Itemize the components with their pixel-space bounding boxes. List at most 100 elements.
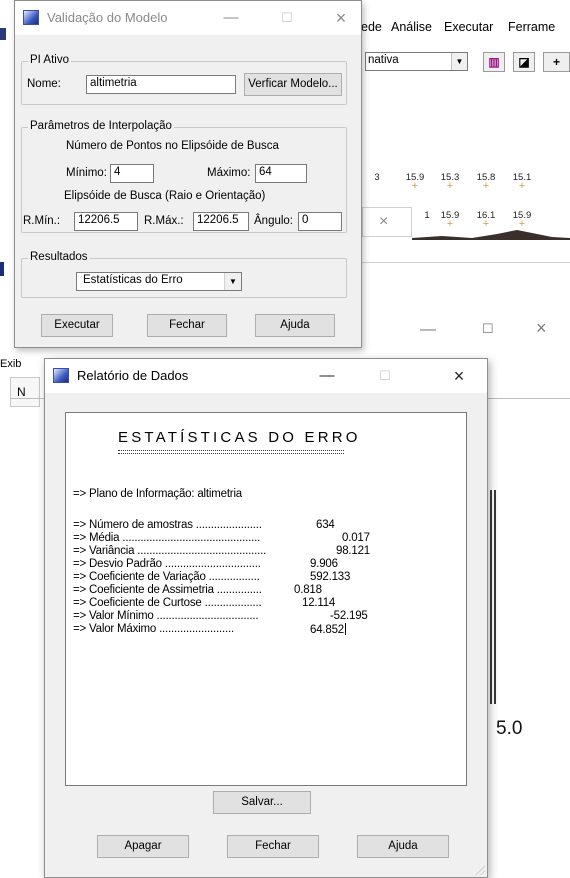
dialog-title: Validação do Modelo (47, 10, 168, 25)
stat-value: -52.195 (330, 610, 368, 622)
graph-value-label: 5.0 (496, 718, 523, 739)
dialog-titlebar[interactable]: Relatório de Dados — ☐ × (45, 359, 487, 393)
chart-icon[interactable]: ▥ (483, 52, 505, 72)
minimize-icon[interactable]: — (307, 363, 347, 389)
report-heading: ESTATÍSTICAS DO ERRO (118, 429, 361, 446)
max-label: Máximo: (207, 167, 251, 179)
stat-value: 98.121 (336, 545, 370, 557)
resize-grip-icon[interactable] (475, 865, 485, 875)
chevron-down-icon[interactable]: ▼ (451, 53, 467, 70)
chevron-down-icon[interactable]: ▼ (224, 273, 241, 290)
menu-item-ferramentas[interactable]: Ferrame (508, 20, 555, 34)
min-points-field[interactable]: 4 (110, 164, 154, 183)
rmax-label: R.Máx.: (144, 215, 184, 227)
maximize-icon: ☐ (379, 368, 391, 383)
stat-value: 9.906 (310, 558, 338, 570)
save-button[interactable]: Salvar... (213, 791, 311, 814)
stat-label: => Coeficiente de Variação .............… (73, 571, 260, 583)
points-caption: Número de Pontos no Elipsóide de Busca (66, 140, 279, 152)
interpolation-params-group: Parâmetros de Interpolação Número de Pon… (21, 120, 347, 233)
stat-value: 0.818 (294, 584, 322, 596)
close-icon[interactable]: × (321, 5, 361, 31)
menu-item-fragment[interactable]: ede (361, 20, 382, 34)
help-button[interactable]: Ajuda (357, 835, 449, 858)
name-field[interactable]: altimetria (86, 75, 236, 94)
app-icon-fragment (0, 28, 6, 40)
results-selected-value: Estatísticas do Erro (83, 274, 183, 286)
help-button[interactable]: Ajuda (255, 314, 335, 337)
group-title: PI Ativo (28, 54, 71, 66)
background-combo-value: nativa (368, 54, 399, 66)
stat-label: => Variância ...........................… (73, 545, 267, 557)
group-title: Resultados (28, 251, 90, 263)
max-points-field[interactable]: 64 (255, 164, 307, 183)
verify-model-button[interactable]: Verficar Modelo... (244, 73, 342, 96)
menu-item-analise[interactable]: Análise (391, 20, 432, 34)
hidden-window-fragment: × (362, 207, 412, 237)
rmax-field[interactable]: 12206.5 (193, 212, 249, 231)
toolbar-letter: N (17, 385, 26, 399)
background-combo[interactable]: nativa ▼ (365, 52, 468, 71)
divider (362, 262, 570, 263)
text-caret (344, 623, 346, 635)
stat-value: 64.852 (310, 624, 344, 636)
ellipsoid-caption: Elipsóide de Busca (Raio e Orientação) (64, 190, 266, 202)
stat-label: => Desvio Padrão .......................… (73, 558, 261, 570)
grid-plus-icon: + (446, 180, 454, 192)
validation-dialog: Validação do Modelo — ☐ × PI Ativo Nome:… (14, 0, 362, 348)
stat-value: 634 (316, 519, 335, 531)
rmin-label: R.Mín.: (23, 215, 61, 227)
min-label: Mínimo: (66, 167, 107, 179)
background-toolbar: nativa ▼ ▥ ◪ + (360, 46, 570, 76)
stat-label: => Valor Mínimo ........................… (73, 610, 259, 622)
report-dialog: Relatório de Dados — ☐ × ESTATÍSTICAS DO… (44, 358, 488, 878)
plan-info-line: => Plano de Informação: altimetria (73, 488, 242, 500)
stat-label: => Número de amostras ..................… (73, 519, 262, 531)
app-icon-fragment (0, 262, 4, 276)
clear-button[interactable]: Apagar (97, 835, 189, 858)
close-icon[interactable]: × (379, 213, 388, 231)
grid-plus-icon: + (482, 180, 490, 192)
menu-item-executar[interactable]: Executar (444, 20, 493, 34)
stat-label: => Coeficiente de Curtose ..............… (73, 597, 262, 609)
execute-button[interactable]: Executar (41, 314, 113, 337)
maximize-icon: ☐ (281, 10, 293, 25)
close-icon[interactable]: × (439, 363, 479, 389)
dialog-titlebar[interactable]: Validação do Modelo — ☐ × (15, 1, 361, 35)
zoom-window-icon[interactable]: ◪ (513, 52, 535, 72)
grid-plus-icon: + (518, 180, 526, 192)
profile-graph-axis (490, 490, 496, 704)
heading-rule (118, 450, 344, 454)
stat-value-with-caret: 64.852 (310, 623, 346, 636)
angle-field[interactable]: 0 (298, 212, 342, 231)
pi-active-group: PI Ativo Nome: altimetria Verficar Model… (21, 54, 347, 105)
background-window-caption: — ☐ × (370, 315, 570, 345)
grid-value: 3 (374, 172, 380, 183)
menu-fragment[interactable]: Exib (0, 358, 21, 370)
group-title: Parâmetros de Interpolação (28, 120, 174, 132)
app-icon (23, 10, 39, 25)
app-icon (53, 368, 69, 383)
name-label: Nome: (27, 78, 61, 90)
stat-label: => Média ...............................… (73, 532, 261, 544)
stat-label: => Valor Máximo ........................… (73, 623, 234, 635)
rmin-field[interactable]: 12206.5 (74, 212, 138, 231)
close-button[interactable]: Fechar (227, 835, 319, 858)
minimize-icon[interactable]: — (211, 5, 251, 31)
stat-value: 12.114 (302, 597, 336, 609)
dialog-title: Relatório de Dados (77, 368, 189, 383)
results-select[interactable]: Estatísticas do Erro ▼ (76, 272, 242, 291)
plus-icon[interactable]: + (543, 52, 570, 72)
maximize-icon[interactable]: ☐ (482, 321, 494, 337)
stat-value: 592.133 (310, 571, 351, 583)
close-button[interactable]: Fechar (147, 314, 227, 337)
terrain-profile (412, 230, 570, 240)
minimize-icon[interactable]: — (420, 321, 436, 339)
close-icon[interactable]: × (536, 318, 547, 339)
grid-plus-icon: + (411, 180, 419, 192)
stat-label: => Coeficiente de Assimetria ...........… (73, 584, 262, 596)
stat-value: 0.017 (342, 532, 370, 544)
report-text-area[interactable]: ESTATÍSTICAS DO ERRO => Plano de Informa… (65, 412, 467, 786)
angle-label: Ângulo: (254, 215, 294, 227)
results-group: Resultados Estatísticas do Erro ▼ (21, 251, 347, 298)
